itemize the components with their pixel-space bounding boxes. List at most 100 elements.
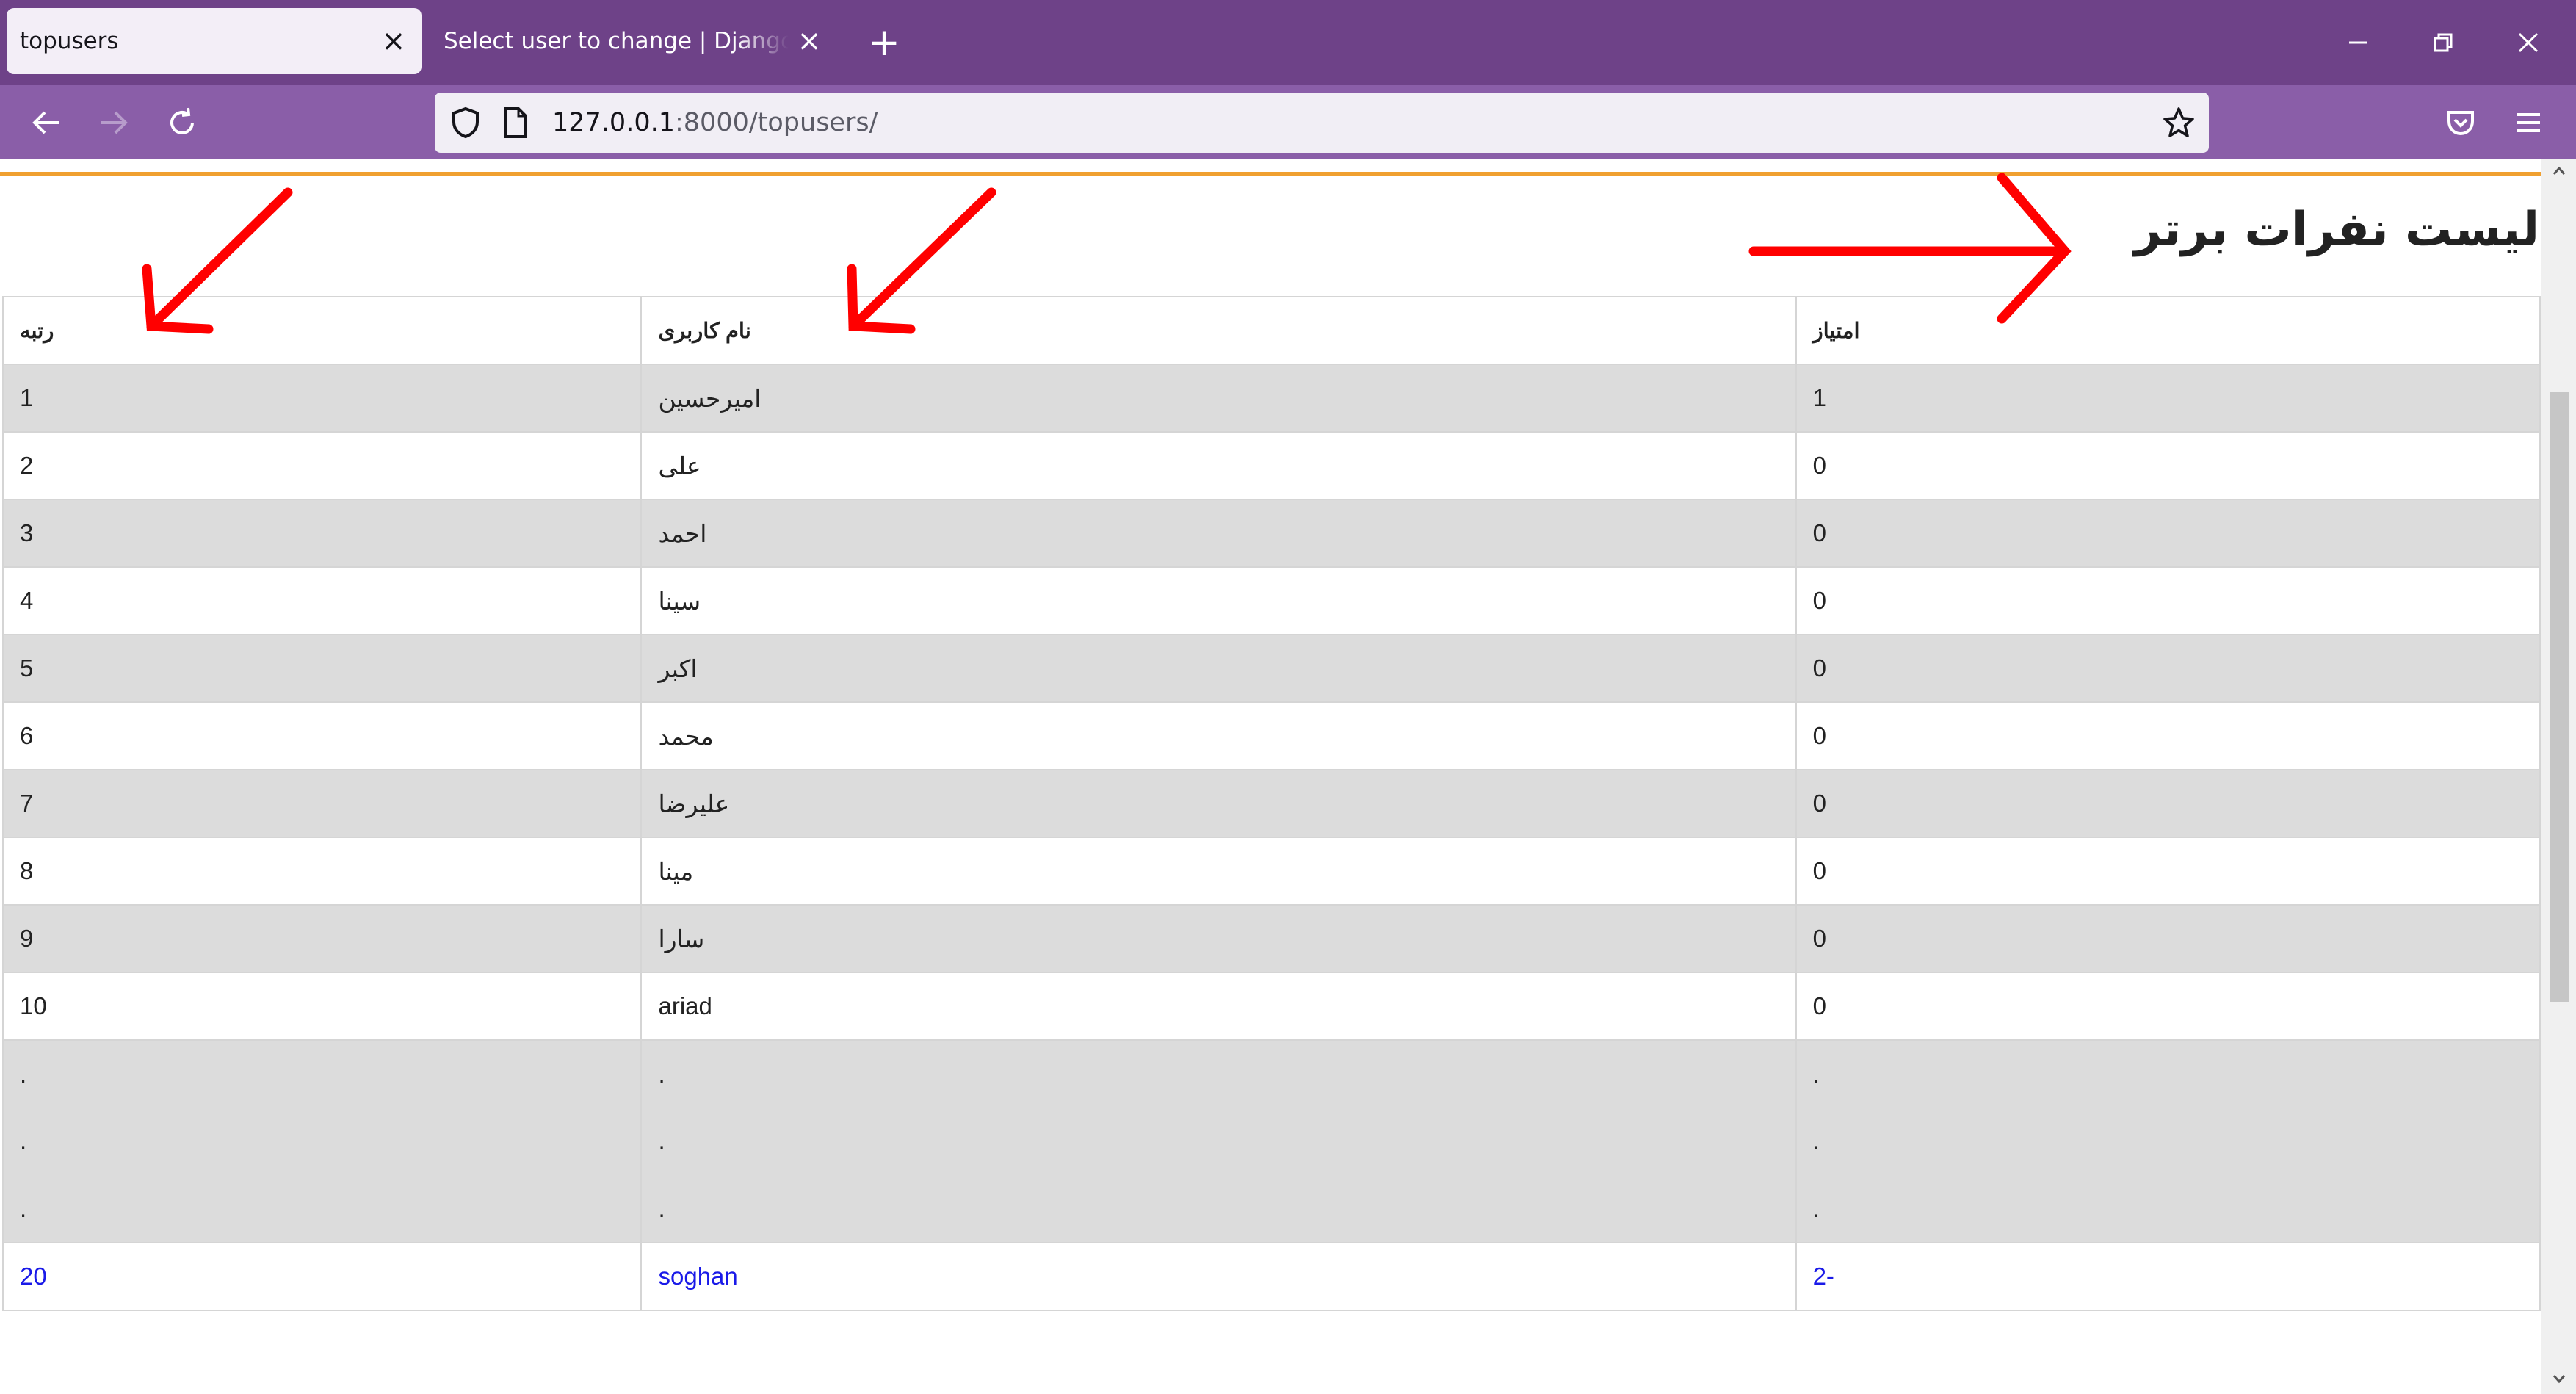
tab-title: topusers: [20, 28, 119, 54]
arrow-left-icon: [32, 111, 59, 134]
arrow-right-icon: [101, 111, 128, 134]
ellipsis-cell: .: [640, 1108, 1797, 1175]
username-cell: امیرحسین: [640, 364, 1797, 433]
ellipsis-cell: .: [1795, 1040, 2541, 1108]
tab-django-admin[interactable]: Select user to change | Django site admi…: [427, 8, 830, 74]
score-cell: 2-: [1795, 1242, 2541, 1311]
address-bar[interactable]: 127.0.0.1:8000/topusers/: [435, 93, 2209, 153]
table-row: 8 مینا 0: [1, 837, 2541, 906]
username-cell: soghan: [640, 1242, 1797, 1311]
table-row-highlighted: 20 soghan 2-: [1, 1242, 2541, 1311]
ellipsis-cell: .: [1795, 1175, 2541, 1243]
restore-icon: [2434, 33, 2453, 52]
table-row: 1 امیرحسین 1: [1, 364, 2541, 433]
tab-bar: topusers × Select user to change | Djang…: [0, 0, 2576, 85]
table-row: 7 علیرضا 0: [1, 769, 2541, 838]
username-cell: محمد: [640, 701, 1797, 770]
scrollbar-thumb[interactable]: [2550, 392, 2569, 1002]
score-cell: 0: [1795, 566, 2541, 635]
rank-cell: 3: [1, 499, 643, 568]
table-row: 9 سارا 0: [1, 904, 2541, 973]
url-text[interactable]: 127.0.0.1:8000/topusers/: [552, 93, 878, 153]
score-cell: 0: [1795, 904, 2541, 973]
score-cell: 0: [1795, 499, 2541, 568]
rank-cell: 1: [1, 364, 643, 433]
menu-button[interactable]: [2503, 97, 2554, 148]
navigation-toolbar: 127.0.0.1:8000/topusers/: [0, 85, 2576, 159]
rank-cell: 5: [1, 634, 643, 703]
url-path: :8000/topusers/: [675, 108, 878, 137]
close-window-button[interactable]: [2495, 15, 2561, 71]
rank-cell: 8: [1, 837, 643, 906]
page-content: لیست نفرات برتر رتبه نام کاربری امتیاز 1…: [0, 159, 2576, 1394]
restore-button[interactable]: [2410, 15, 2476, 71]
username-cell: علیرضا: [640, 769, 1797, 838]
rank-cell: 6: [1, 701, 643, 770]
tab-title: Select user to change | Django site admi…: [444, 28, 789, 54]
scroll-up-icon[interactable]: [2550, 162, 2569, 181]
table-header-row: رتبه نام کاربری امتیاز: [1, 296, 2541, 365]
table-row: 10 ariad 0: [1, 972, 2541, 1041]
rank-cell: 2: [1, 431, 643, 500]
ellipsis-cell: .: [1, 1175, 643, 1243]
username-cell: احمد: [640, 499, 1797, 568]
ellipsis-row: . . .: [1, 1175, 2541, 1243]
score-cell: 0: [1795, 634, 2541, 703]
vertical-scrollbar[interactable]: [2541, 159, 2576, 1394]
username-cell: ariad: [640, 972, 1797, 1041]
header-score: امتیاز: [1795, 296, 2541, 365]
bookmark-star-icon[interactable]: [2162, 106, 2196, 142]
top-users-table: رتبه نام کاربری امتیاز 1 امیرحسین 1 2 عل…: [1, 296, 2541, 1311]
ellipsis-row: . . .: [1, 1040, 2541, 1108]
username-cell: سینا: [640, 566, 1797, 635]
score-cell: 0: [1795, 769, 2541, 838]
username-cell: مینا: [640, 837, 1797, 906]
score-cell: 1: [1795, 364, 2541, 433]
scroll-down-icon[interactable]: [2550, 1369, 2569, 1388]
page-icon[interactable]: [502, 106, 529, 142]
rank-cell: 9: [1, 904, 643, 973]
table-row: 4 سینا 0: [1, 566, 2541, 635]
close-icon: [2518, 32, 2539, 53]
pocket-button[interactable]: [2435, 97, 2486, 148]
username-cell: سارا: [640, 904, 1797, 973]
table-row: 2 علی 0: [1, 431, 2541, 500]
close-icon[interactable]: ×: [789, 21, 830, 62]
back-button[interactable]: [21, 97, 72, 148]
score-cell: 0: [1795, 431, 2541, 500]
url-host: 127.0.0.1: [552, 108, 675, 137]
minimize-button[interactable]: [2325, 15, 2391, 71]
table-row: 6 محمد 0: [1, 701, 2541, 770]
score-cell: 0: [1795, 837, 2541, 906]
forward-button[interactable]: [88, 97, 140, 148]
rank-cell: 7: [1, 769, 643, 838]
rank-cell: 20: [1, 1242, 643, 1311]
header-rank: رتبه: [1, 296, 643, 365]
table-row: 3 احمد 0: [1, 499, 2541, 568]
ellipsis-cell: .: [1, 1108, 643, 1175]
page-title: لیست نفرات برتر: [2134, 203, 2539, 257]
header-username: نام کاربری: [640, 296, 1797, 365]
pocket-icon: [2447, 111, 2474, 136]
score-cell: 0: [1795, 701, 2541, 770]
shield-icon[interactable]: [449, 106, 482, 142]
ellipsis-cell: .: [640, 1040, 1797, 1108]
minimize-icon: [2349, 41, 2367, 44]
reload-button[interactable]: [156, 97, 208, 148]
username-cell: اکبر: [640, 634, 1797, 703]
score-cell: 0: [1795, 972, 2541, 1041]
ellipsis-cell: .: [1, 1040, 643, 1108]
rank-cell: 10: [1, 972, 643, 1041]
ellipsis-cell: .: [1795, 1108, 2541, 1175]
reload-icon: [170, 107, 194, 134]
hamburger-menu-icon: [2517, 113, 2540, 132]
divider-line: [0, 172, 2541, 176]
table-row: 5 اکبر 0: [1, 634, 2541, 703]
ellipsis-row: . . .: [1, 1108, 2541, 1175]
new-tab-button[interactable]: +: [864, 22, 905, 63]
username-cell: علی: [640, 431, 1797, 500]
tab-topusers[interactable]: topusers ×: [7, 8, 422, 74]
ellipsis-cell: .: [640, 1175, 1797, 1243]
close-icon[interactable]: ×: [373, 21, 414, 62]
rank-cell: 4: [1, 566, 643, 635]
